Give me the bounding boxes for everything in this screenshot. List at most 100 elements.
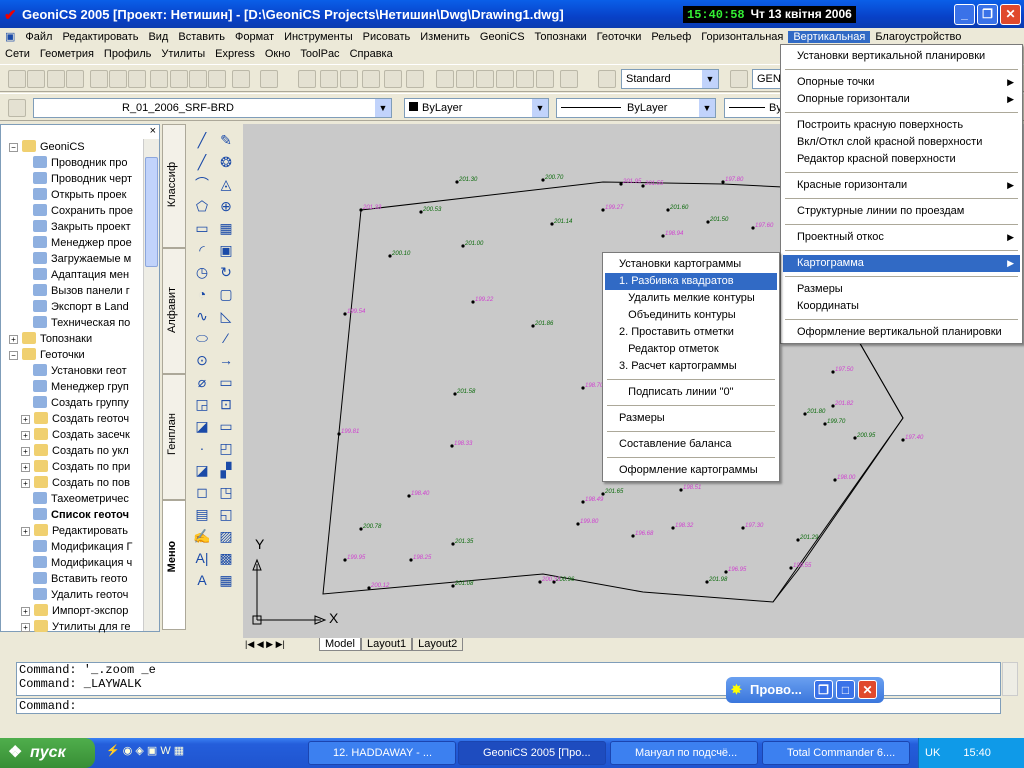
survey-point[interactable]: 201.60 [666,205,689,212]
toolbar-icon[interactable] [536,70,554,88]
draw-tool-icon[interactable]: ⁄ [216,328,236,348]
draw-tool-icon[interactable]: A [192,570,212,590]
survey-point[interactable]: 199.27 [601,205,624,212]
menu-3[interactable]: Вставить [173,31,230,43]
draw-tool-icon[interactable]: ⊙ [192,350,212,370]
tree-item[interactable]: + Создать по при [21,459,149,475]
menu-4[interactable]: Формат [230,31,279,43]
survey-point[interactable]: 198.32 [671,523,694,530]
tree-item[interactable]: Модификация Г [33,539,149,555]
restore-button[interactable]: ❐ [814,680,833,699]
survey-point[interactable]: 199.55 [789,563,812,570]
draw-tool-icon[interactable]: ⊡ [216,394,236,414]
collapse-icon[interactable]: − [9,351,18,360]
layout-tab-0[interactable]: Model [319,638,361,651]
menu-item-vertical_menu-0[interactable]: Установки вертикальной планировки [783,48,1020,65]
minimize-button[interactable]: _ [954,4,975,25]
start-button[interactable]: ❖ пуск [0,738,95,768]
tree-item[interactable]: − GeoniCS [9,139,149,155]
survey-point[interactable]: 201.98 [705,577,728,584]
toolbar-icon[interactable] [560,70,578,88]
survey-point[interactable]: 201.50 [706,217,729,224]
draw-tool-icon[interactable]: ▢ [216,284,236,304]
menu-item-vertical_menu-15[interactable]: Картограмма ▶ [783,255,1020,272]
tree-item[interactable]: Менеджер груп [33,379,149,395]
toolbar-icon[interactable] [208,70,226,88]
expand-icon[interactable]: + [21,415,30,424]
language-indicator[interactable]: UK [925,747,940,759]
tab-1[interactable]: Алфавит [162,248,186,374]
menu2-5[interactable]: Окно [260,48,296,60]
maximize-button[interactable]: □ [836,680,855,699]
survey-point[interactable]: 201.35 [451,539,474,546]
survey-point[interactable]: 199.81 [337,429,359,436]
expand-icon[interactable]: + [21,479,30,488]
tree-item[interactable]: Техническая по [33,315,149,331]
survey-point[interactable]: 201.58 [453,389,476,396]
draw-tool-icon[interactable]: ⌀ [192,372,212,392]
taskbar-task-2[interactable]: Мануал по подсчё... [610,741,758,765]
toolbar-icon[interactable] [109,70,127,88]
survey-point[interactable]: 199.95 [343,555,366,562]
menu2-4[interactable]: Express [210,48,260,60]
tree-item[interactable]: Открыть проек [33,187,149,203]
draw-tool-icon[interactable]: ▦ [216,570,236,590]
menu-item-kartogramma_menu-4[interactable]: 2. Проставить отметки [605,324,777,341]
taskbar-task-1[interactable]: GeoniCS 2005 [Про... [458,741,606,765]
toolbar-icon[interactable] [456,70,474,88]
tab-nav-arrows-icon[interactable]: |◀ ◀ ▶ ▶| [245,639,285,650]
menu-8[interactable]: GeoniCS [475,31,530,43]
tree-item[interactable]: Сохранить прое [33,203,149,219]
menu-item-vertical_menu-7[interactable]: Редактор красной поверхности [783,151,1020,168]
expand-icon[interactable]: + [21,463,30,472]
survey-point[interactable]: 199.54 [343,309,366,316]
survey-point[interactable]: 199.70 [823,419,846,426]
draw-tool-icon[interactable]: ◪ [192,460,212,480]
command-scrollbar[interactable] [1002,662,1018,696]
tree-item[interactable]: Модификация ч [33,555,149,571]
draw-tool-icon[interactable]: ▣ [216,240,236,260]
tree-item[interactable]: Менеджер прое [33,235,149,251]
menu-1[interactable]: Редактировать [57,31,143,43]
tree-item[interactable]: Адаптация мен [33,267,149,283]
draw-tool-icon[interactable]: ⊕ [216,196,236,216]
tab-0[interactable]: Классиф [162,124,186,248]
tree-item[interactable]: Удалить геоточ [33,587,149,603]
survey-point[interactable]: 201.08 [451,581,474,588]
close-button[interactable]: ✕ [858,680,877,699]
draw-tool-icon[interactable]: ▭ [192,218,212,238]
toolbar-icon[interactable] [66,70,84,88]
menu-11[interactable]: Рельеф [646,31,696,43]
menu2-1[interactable]: Геометрия [35,48,99,60]
toolbar-icon[interactable] [598,70,616,88]
draw-tool-icon[interactable]: ✍ [192,526,212,546]
toolbar-icon[interactable] [476,70,494,88]
survey-point[interactable]: 201.55 [641,181,664,188]
tree-item[interactable]: Список геоточ [33,507,149,523]
draw-tool-icon[interactable]: ◪ [192,416,212,436]
draw-tool-icon[interactable]: ◜ [192,240,212,260]
survey-point[interactable]: 198.33 [450,441,473,448]
toolbar-icon[interactable] [340,70,358,88]
survey-point[interactable]: 201.00 [461,241,484,248]
draw-tool-icon[interactable]: ▞ [216,460,236,480]
draw-tool-icon[interactable]: ⬠ [192,196,212,216]
menu-10[interactable]: Геоточки [592,31,647,43]
draw-tool-icon[interactable]: → [216,350,236,370]
draw-tool-icon[interactable]: ◺ [216,306,236,326]
text-style-select[interactable]: Standard ▼ [621,69,719,89]
toolbar-icon[interactable] [232,70,250,88]
survey-point[interactable]: 198.25 [409,555,432,562]
tree-item[interactable]: Вызов панели г [33,283,149,299]
expand-icon[interactable]: + [21,447,30,456]
draw-tool-icon[interactable]: ◰ [216,438,236,458]
tree-item[interactable]: Загружаемые м [33,251,149,267]
lineweight-select[interactable]: By [724,98,782,118]
survey-point[interactable]: 198.51 [679,485,701,492]
tab-3[interactable]: Меню [162,500,186,630]
menu-2[interactable]: Вид [143,31,173,43]
draw-tool-icon[interactable]: ◲ [192,394,212,414]
expand-icon[interactable]: + [9,335,18,344]
draw-tool-icon[interactable]: ◷ [192,262,212,282]
menu2-7[interactable]: Справка [345,48,398,60]
